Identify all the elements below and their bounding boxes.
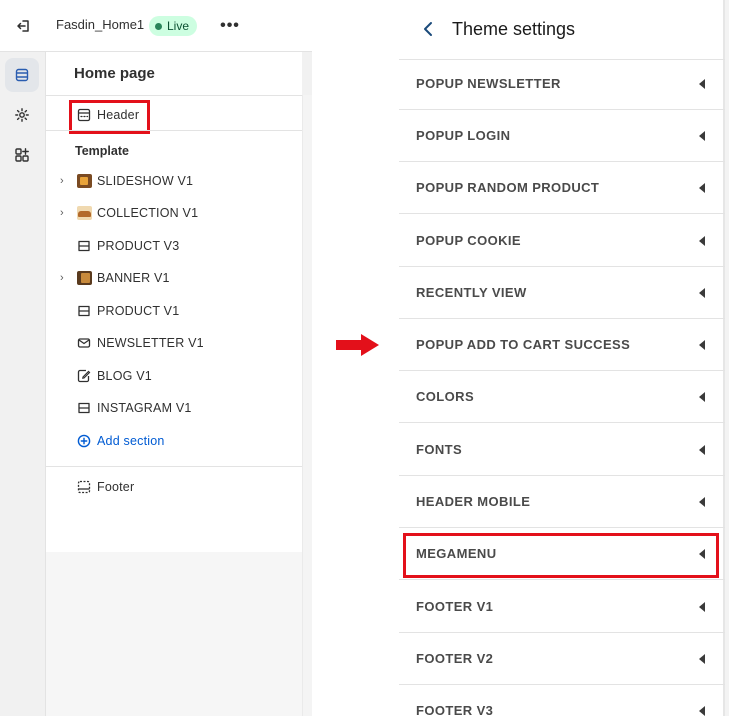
setting-row-label: POPUP LOGIN [416,128,511,143]
more-actions-button[interactable]: ••• [218,14,242,38]
setting-row-label: HEADER MOBILE [416,494,531,509]
setting-row-popup-cookie[interactable]: POPUP COOKIE [399,215,725,267]
add-section-button[interactable]: Add section [46,426,302,456]
template-group-label: Template [75,144,129,158]
collection-image-icon [76,205,92,221]
section-row-banner[interactable]: › BANNER V1 [46,263,302,293]
caret-left-icon [699,445,705,455]
section-icon [76,238,92,254]
theme-settings-title: Theme settings [452,19,576,39]
section-row-collection[interactable]: › COLLECTION V1 [46,198,302,228]
chevron-right-icon[interactable]: › [60,207,70,219]
setting-row-label: FONTS [416,442,463,457]
sections-icon [15,68,29,82]
setting-row-label: POPUP COOKIE [416,233,521,248]
add-section-label: Add section [97,434,165,448]
caret-left-icon [699,602,705,612]
section-row-label: PRODUCT V1 [97,304,180,318]
setting-row-footer-v2[interactable]: FOOTER V2 [399,633,725,685]
header-highlight-box [69,100,150,134]
gear-icon [15,108,29,122]
section-row-label: NEWSLETTER V1 [97,336,204,350]
section-row-label: BANNER V1 [97,271,170,285]
setting-row-label: POPUP ADD TO CART SUCCESS [416,337,631,352]
panel-edge [725,0,729,716]
divider [46,130,302,131]
caret-left-icon [699,497,705,507]
section-icon [76,303,92,319]
setting-row-recently-view[interactable]: RECENTLY VIEW [399,267,725,319]
setting-row-footer-v1[interactable]: FOOTER V1 [399,581,725,633]
blog-edit-icon [76,368,92,384]
section-row-product-v1[interactable]: PRODUCT V1 [46,296,302,326]
setting-row-header-mobile[interactable]: HEADER MOBILE [399,476,725,528]
caret-left-icon [699,183,705,193]
plus-circle-icon [76,433,92,449]
page-title: Home page [74,65,155,82]
red-arrow-indicator [336,334,379,356]
setting-row-fonts[interactable]: FONTS [399,424,725,476]
chevron-left-icon [424,22,432,36]
megamenu-highlight-box [403,533,719,578]
exit-editor-button[interactable] [12,14,36,38]
section-row-product-v3[interactable]: PRODUCT V3 [46,231,302,261]
caret-left-icon [699,131,705,141]
chevron-right-icon[interactable]: › [60,175,70,187]
banner-image-icon [76,270,92,286]
setting-row-popup-newsletter[interactable]: POPUP NEWSLETTER [399,58,725,110]
section-row-label: BLOG V1 [97,369,152,383]
caret-left-icon [699,236,705,246]
editor-top-bar: Fasdin_Home1 Live ••• [0,0,312,52]
setting-row-label: COLORS [416,389,475,404]
section-row-label: INSTAGRAM V1 [97,401,192,415]
caret-left-icon [699,79,705,89]
setting-row-label: FOOTER V1 [416,599,494,614]
envelope-icon [76,335,92,351]
setting-row-label: POPUP RANDOM PRODUCT [416,180,600,195]
setting-row-colors[interactable]: COLORS [399,371,725,423]
exit-icon [17,20,29,32]
caret-left-icon [699,392,705,402]
divider [46,466,302,467]
setting-row-label: POPUP NEWSLETTER [416,76,561,91]
back-button[interactable] [418,17,438,41]
footer-layout-icon [76,479,92,495]
caret-left-icon [699,340,705,350]
footer-section-label: Footer [97,480,135,494]
footer-section-row[interactable]: Footer [46,472,302,502]
apps-rail-button[interactable] [5,138,39,172]
theme-name[interactable]: Fasdin_Home1 [56,17,144,32]
caret-left-icon [699,288,705,298]
setting-row-footer-v3[interactable]: FOOTER V3 [399,685,725,716]
caret-left-icon [699,706,705,716]
setting-row-label: FOOTER V3 [416,703,494,716]
caret-left-icon [699,654,705,664]
sections-scrollbar[interactable] [302,95,312,716]
setting-row-label: FOOTER V2 [416,651,494,666]
sections-rail-button[interactable] [5,58,39,92]
live-dot-icon [155,22,162,30]
section-row-label: PRODUCT V3 [97,239,180,253]
section-row-newsletter[interactable]: NEWSLETTER V1 [46,328,302,358]
slideshow-image-icon [76,173,92,189]
section-row-slideshow[interactable]: › SLIDESHOW V1 [46,166,302,196]
section-row-label: SLIDESHOW V1 [97,174,194,188]
setting-row-popup-random-product[interactable]: POPUP RANDOM PRODUCT [399,162,725,214]
sections-list-footer-area [46,552,302,716]
section-row-label: COLLECTION V1 [97,206,199,220]
live-label: Live [167,19,190,33]
apps-icon [15,148,29,162]
section-row-blog[interactable]: BLOG V1 [46,361,302,391]
setting-row-popup-add-to-cart-success[interactable]: POPUP ADD TO CART SUCCESS [399,319,725,371]
setting-row-popup-login[interactable]: POPUP LOGIN [399,110,725,162]
live-status-badge: Live [149,16,198,36]
theme-settings-rail-button[interactable] [5,98,39,132]
setting-row-label: RECENTLY VIEW [416,285,527,300]
chevron-right-icon[interactable]: › [60,272,70,284]
section-icon [76,400,92,416]
section-row-instagram[interactable]: INSTAGRAM V1 [46,393,302,423]
divider [46,95,302,96]
